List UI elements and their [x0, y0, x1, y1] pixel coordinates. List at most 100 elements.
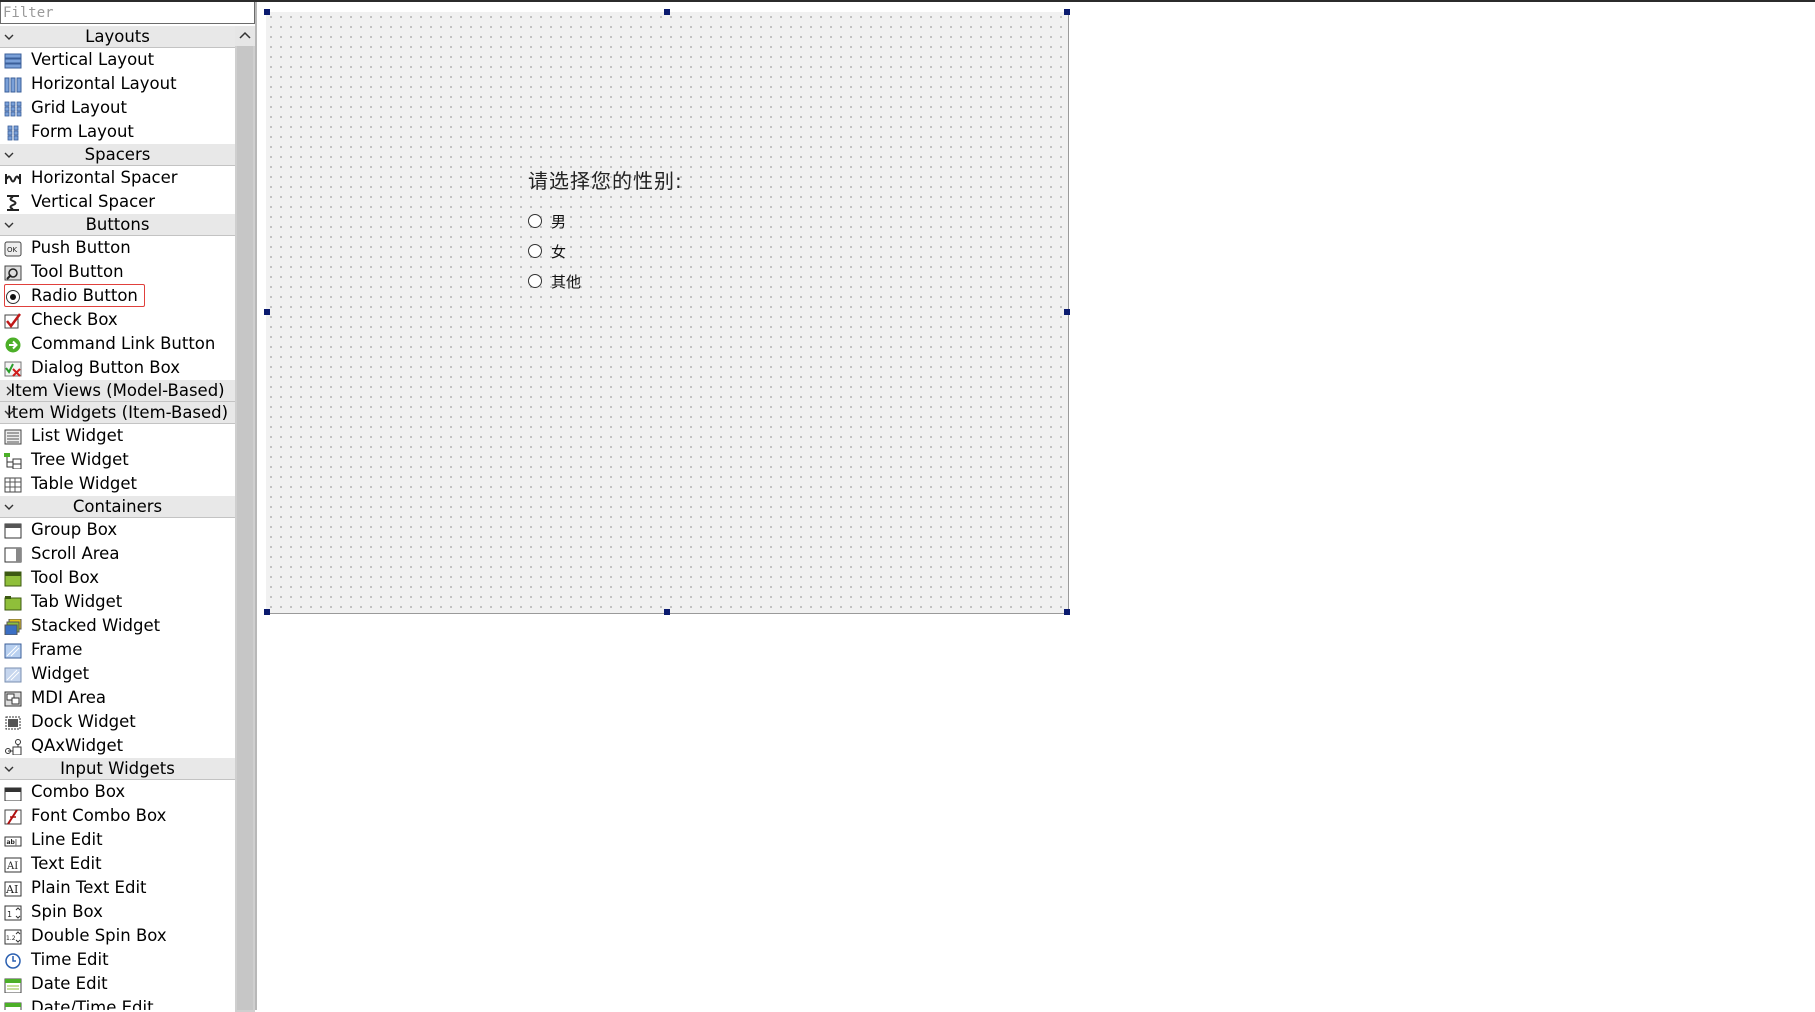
category-header[interactable]: Buttons [0, 214, 235, 236]
widget-box-item[interactable]: Date/Time Edit [0, 996, 235, 1010]
widget-box-item[interactable]: Horizontal Spacer [0, 166, 235, 190]
widget-box-item[interactable]: Tree Widget [0, 448, 235, 472]
widget-box-item[interactable]: QAxWidget [0, 734, 235, 758]
svg-text:ab|: ab| [7, 839, 18, 846]
resize-handle-top-left[interactable] [264, 9, 270, 15]
widget-box-item[interactable]: Font Combo Box [0, 804, 235, 828]
gender-question-label[interactable]: 请选择您的性别: [528, 165, 683, 194]
widget-box-item[interactable]: Radio Button [0, 284, 235, 308]
widget-box-item[interactable]: AI Text Edit [0, 852, 235, 876]
widget-box-item[interactable]: ab| Line Edit [0, 828, 235, 852]
resize-handle-bottom-right[interactable] [1064, 609, 1070, 615]
dock-widget-icon [4, 714, 22, 730]
svg-text:AI: AI [6, 861, 18, 872]
widget-list: Layouts Vertical Layout Horizontal Layout G… [0, 26, 235, 1010]
svg-text:1: 1 [7, 910, 12, 919]
widget-box-item[interactable]: Stacked Widget [0, 614, 235, 638]
widget-box-item-label: List Widget [31, 426, 124, 445]
category-label: Item Views (Model-Based) [10, 381, 225, 400]
radio-indicator[interactable] [528, 244, 542, 258]
scroll-thumb[interactable] [237, 46, 253, 1010]
widget-box-item[interactable]: MDI Area [0, 686, 235, 710]
widget-box-item-label: Tab Widget [31, 592, 123, 611]
chevron-down-icon[interactable] [3, 496, 15, 518]
widget-list-scrollbar[interactable] [235, 26, 255, 1012]
qaxwidget-icon [4, 738, 22, 756]
resize-handle-bottom[interactable] [664, 609, 670, 615]
category-label: Spacers [84, 145, 151, 164]
radio-label: 其他 [551, 273, 582, 291]
widget-box-item[interactable]: 1 Spin Box [0, 900, 235, 924]
scroll-up-button[interactable] [235, 26, 255, 46]
widget-box-item[interactable]: Vertical Layout [0, 48, 235, 72]
chevron-down-icon[interactable] [3, 214, 15, 236]
widget-box-item-label: Group Box [31, 520, 118, 539]
widget-box-item-label: Grid Layout [31, 98, 127, 117]
category-header[interactable]: Item Widgets (Item-Based) [0, 402, 235, 424]
category-label: Input Widgets [60, 759, 175, 778]
widget-box-item[interactable]: Dock Widget [0, 710, 235, 734]
radio-indicator[interactable] [528, 214, 542, 228]
widget-box-item-label: Push Button [31, 238, 131, 257]
widget-box-item[interactable]: Horizontal Layout [0, 72, 235, 96]
resize-handle-bottom-left[interactable] [264, 609, 270, 615]
category-header[interactable]: Item Views (Model-Based) [0, 380, 235, 402]
resize-handle-top[interactable] [664, 9, 670, 15]
widget-box-item[interactable]: Command Link Button [0, 332, 235, 356]
chevron-down-icon[interactable] [3, 402, 15, 424]
widget-box-item-label: Vertical Layout [31, 50, 155, 69]
radio-indicator[interactable] [528, 274, 542, 288]
widget-box-item-label: Widget [31, 664, 90, 683]
widget-box-item[interactable]: Group Box [0, 518, 235, 542]
chevron-down-icon[interactable] [3, 26, 15, 48]
widget-box-item[interactable]: List Widget [0, 424, 235, 448]
category-header[interactable]: Layouts [0, 26, 235, 48]
widget-box-item-label: Text Edit [31, 854, 102, 873]
double-spin-box-icon: 1.2 [4, 928, 22, 945]
category-header[interactable]: Spacers [0, 144, 235, 166]
widget-box-item[interactable]: Vertical Spacer [0, 190, 235, 214]
widget-box-item[interactable]: Combo Box [0, 780, 235, 804]
widget-box-item[interactable]: Frame [0, 638, 235, 662]
widget-box-item-label: Line Edit [31, 830, 103, 849]
widget-box-item-label: Dock Widget [31, 712, 136, 731]
chevron-down-icon[interactable] [3, 758, 15, 780]
group-box-icon [4, 522, 22, 539]
vertical-spacer-icon [4, 194, 22, 211]
widget-box-item-label: Check Box [31, 310, 118, 329]
widget-box-item[interactable]: AI Plain Text Edit [0, 876, 235, 900]
horizontal-layout-icon [4, 76, 22, 93]
horizontal-spacer-icon [4, 170, 22, 186]
chevron-up-icon [239, 31, 251, 39]
widget-box-item[interactable]: Check Box [0, 308, 235, 332]
chevron-right-icon[interactable] [3, 380, 15, 402]
widget-box-item[interactable]: 1.2 Double Spin Box [0, 924, 235, 948]
widget-box-item[interactable]: Scroll Area [0, 542, 235, 566]
widget-box-item-label: QAxWidget [31, 736, 124, 755]
widget-box-item[interactable]: Time Edit [0, 948, 235, 972]
widget-box-item[interactable]: Date Edit [0, 972, 235, 996]
widget-box-item-label: Radio Button [31, 286, 138, 305]
widget-box-item-label: Horizontal Layout [31, 74, 177, 93]
widget-box-item[interactable]: Tool Box [0, 566, 235, 590]
widget-box-item[interactable]: Tool Button [0, 260, 235, 284]
category-header[interactable]: Input Widgets [0, 758, 235, 780]
resize-handle-right[interactable] [1064, 309, 1070, 315]
splitter-handle[interactable] [255, 2, 257, 1010]
widget-box-item[interactable]: Dialog Button Box [0, 356, 235, 380]
widget-box-item[interactable]: Form Layout [0, 120, 235, 144]
category-header[interactable]: Containers [0, 496, 235, 518]
widget-box-item[interactable]: Table Widget [0, 472, 235, 496]
filter-input[interactable] [0, 2, 255, 24]
resize-handle-left[interactable] [264, 309, 270, 315]
form-canvas[interactable] [266, 12, 1069, 614]
widget-box-item-label: Date Edit [31, 974, 108, 993]
widget-box-item[interactable]: Widget [0, 662, 235, 686]
resize-handle-top-right[interactable] [1064, 9, 1070, 15]
tool-box-icon [4, 570, 22, 587]
widget-box-item[interactable]: Tab Widget [0, 590, 235, 614]
widget-box-item[interactable]: OK Push Button [0, 236, 235, 260]
widget-box-item[interactable]: Grid Layout [0, 96, 235, 120]
chevron-down-icon[interactable] [3, 144, 15, 166]
dialog-button-box-icon [4, 360, 22, 377]
